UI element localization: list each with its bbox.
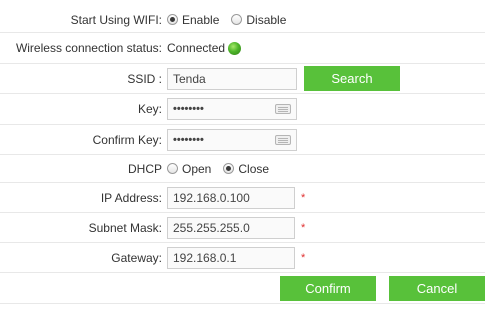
connected-indicator-icon bbox=[228, 41, 242, 55]
subnet-required-mark: * bbox=[301, 221, 306, 234]
subnet-row: Subnet Mask: 255.255.255.0 * bbox=[0, 213, 485, 243]
key-value-cell: •••••••• bbox=[167, 94, 485, 124]
gateway-value-cell: 192.168.0.1 * bbox=[167, 243, 485, 272]
wifi-enable-option[interactable]: Enable bbox=[167, 13, 219, 27]
wifi-disable-radio[interactable] bbox=[231, 14, 243, 25]
wifi-row: Start Using WIFI: Enable Disable bbox=[0, 7, 485, 33]
confirm-key-value: •••••••• bbox=[173, 133, 204, 146]
actions-row: Confirm Cancel bbox=[0, 273, 485, 304]
wifi-options: Enable Disable bbox=[167, 7, 485, 32]
keyboard-icon[interactable] bbox=[275, 134, 291, 145]
wifi-disable-option[interactable]: Disable bbox=[231, 13, 286, 27]
subnet-value-cell: 255.255.255.0 * bbox=[167, 213, 485, 242]
ip-address-input[interactable]: 192.168.0.100 bbox=[167, 186, 295, 209]
confirm-button[interactable]: Confirm bbox=[280, 276, 376, 301]
confirm-key-input[interactable]: •••••••• bbox=[167, 128, 297, 151]
cancel-button[interactable]: Cancel bbox=[389, 276, 485, 301]
wifi-label: Start Using WIFI: bbox=[70, 12, 162, 27]
status-value-cell: Connected bbox=[167, 33, 485, 63]
ip-required-mark: * bbox=[301, 191, 306, 204]
status-value: Connected bbox=[167, 41, 226, 55]
gateway-label: Gateway: bbox=[111, 250, 162, 265]
ssid-row: SSID : Tenda Search bbox=[0, 64, 485, 94]
dhcp-close-option[interactable]: Close bbox=[223, 162, 269, 176]
ip-row: IP Address: 192.168.0.100 * bbox=[0, 183, 485, 213]
status-row: Wireless connection status: Connected bbox=[0, 33, 485, 64]
confirm-key-label: Confirm Key: bbox=[92, 132, 162, 147]
wifi-enable-radio[interactable] bbox=[167, 14, 178, 25]
gateway-input[interactable]: 192.168.0.1 bbox=[167, 246, 295, 269]
key-value: •••••••• bbox=[173, 103, 204, 115]
key-label: Key: bbox=[137, 102, 162, 116]
wifi-disable-label: Disable bbox=[246, 12, 287, 27]
wifi-enable-label: Enable bbox=[182, 12, 220, 27]
gateway-row: Gateway: 192.168.0.1 * bbox=[0, 243, 485, 273]
dhcp-label: DHCP bbox=[127, 161, 162, 176]
dhcp-open-option[interactable]: Open bbox=[167, 162, 211, 176]
ssid-value-cell: Tenda Search bbox=[167, 64, 485, 93]
subnet-label: Subnet Mask: bbox=[88, 220, 162, 235]
ssid-input[interactable]: Tenda bbox=[167, 67, 297, 90]
key-input[interactable]: •••••••• bbox=[167, 98, 297, 120]
gateway-required-mark: * bbox=[301, 251, 306, 264]
ip-label: IP Address: bbox=[100, 190, 162, 205]
dhcp-close-label: Close bbox=[238, 161, 270, 176]
subnet-mask-input[interactable]: 255.255.255.0 bbox=[167, 216, 295, 239]
search-button[interactable]: Search bbox=[304, 66, 400, 91]
ssid-label: SSID : bbox=[127, 71, 162, 86]
dhcp-open-radio[interactable] bbox=[167, 163, 178, 174]
keyboard-icon[interactable] bbox=[275, 104, 291, 114]
dhcp-close-radio[interactable] bbox=[223, 163, 235, 174]
dhcp-row: DHCP Open Close bbox=[0, 155, 485, 183]
status-label: Wireless connection status: bbox=[15, 41, 162, 55]
confirm-key-row: Confirm Key: •••••••• bbox=[0, 125, 485, 155]
dhcp-options: Open Close bbox=[167, 155, 485, 182]
ip-value-cell: 192.168.0.100 * bbox=[167, 183, 485, 212]
key-row: Key: •••••••• bbox=[0, 94, 485, 125]
confirm-key-value-cell: •••••••• bbox=[167, 125, 485, 154]
dhcp-open-label: Open bbox=[182, 161, 212, 176]
